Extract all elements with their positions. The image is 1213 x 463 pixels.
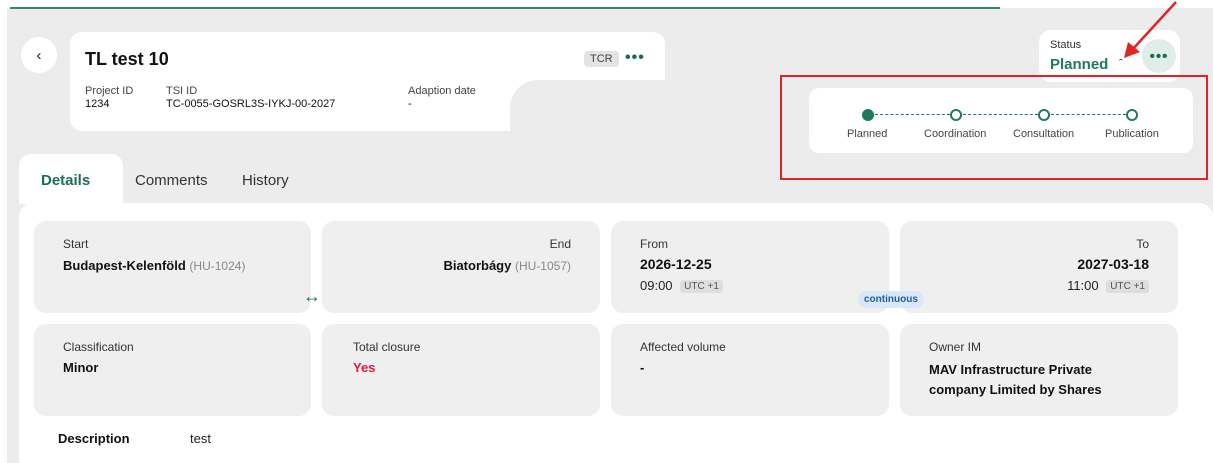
owner-im-label: Owner IM <box>929 340 982 354</box>
more-options-icon[interactable]: ••• <box>625 49 645 67</box>
progress-connector <box>963 114 1038 115</box>
type-badge: TCR <box>584 51 619 67</box>
start-station-name: Budapest-Kelenföld <box>63 258 186 273</box>
classification-value: Minor <box>63 360 99 375</box>
start-card: Start Budapest-Kelenföld (HU-1024) <box>34 221 311 313</box>
to-date: 2027-03-18 <box>1077 256 1149 272</box>
back-button[interactable]: ‹ <box>21 37 57 73</box>
status-value: Planned <box>1050 56 1109 73</box>
adaption-date-value: - <box>408 98 412 110</box>
step-consultation-dot <box>1038 109 1050 121</box>
from-date: 2026-12-25 <box>640 256 712 272</box>
status-label: Status <box>1050 39 1082 51</box>
tsi-id-value: TC-0055-GOSRL3S-IYKJ-00-2027 <box>166 98 336 110</box>
annotation-arrow-icon <box>1124 1 1177 58</box>
step-publication-label: Publication <box>1105 128 1159 140</box>
tab-comments[interactable]: Comments <box>135 172 208 189</box>
step-planned-label: Planned <box>847 128 888 140</box>
tsi-id-block: TSI ID TC-0055-GOSRL3S-IYKJ-00-2027 <box>166 85 335 110</box>
top-divider <box>10 7 1000 9</box>
swap-arrows-icon: ↔ <box>303 286 321 306</box>
from-time-block: 09:00 UTC +1 <box>640 278 723 293</box>
tsi-id-label: TSI ID <box>166 85 198 97</box>
to-time: 11:00 <box>1067 278 1099 293</box>
end-value: Biatorbágy (HU-1057) <box>443 258 571 273</box>
from-label: From <box>640 237 668 251</box>
owner-im-card: Owner IM MAV Infrastructure Private comp… <box>900 324 1178 416</box>
chevron-left-icon: ‹ <box>36 46 42 64</box>
tab-details[interactable]: Details <box>41 172 90 189</box>
description-label: Description <box>58 431 130 446</box>
start-value: Budapest-Kelenföld (HU-1024) <box>63 258 245 273</box>
step-coordination-dot <box>950 109 962 121</box>
affected-volume-value: - <box>640 360 645 375</box>
project-id-block: Project ID 1234 <box>85 85 133 110</box>
project-id-value: 1234 <box>85 98 110 110</box>
total-closure-value: Yes <box>353 360 376 375</box>
from-card: From 2026-12-25 09:00 UTC +1 <box>611 221 889 313</box>
status-progress-popover: Planned Coordination Consultation Public… <box>809 88 1193 153</box>
step-coordination-label: Coordination <box>924 128 987 140</box>
adaption-date-label: Adaption date <box>408 85 476 97</box>
description-value: test <box>190 431 211 446</box>
step-consultation-label: Consultation <box>1013 128 1075 140</box>
classification-label: Classification <box>63 340 134 354</box>
to-card: To 2027-03-18 11:00 UTC +1 <box>900 221 1178 313</box>
to-label: To <box>1136 237 1149 251</box>
end-station-code: (HU-1057) <box>514 259 571 273</box>
progress-connector <box>875 114 950 115</box>
end-label: End <box>549 237 571 251</box>
project-id-label: Project ID <box>85 85 134 97</box>
adaption-date-block: Adaption date - <box>408 85 476 110</box>
start-station-code: (HU-1024) <box>189 259 246 273</box>
affected-volume-label: Affected volume <box>640 340 726 354</box>
affected-volume-card: Affected volume - <box>611 324 889 416</box>
total-closure-card: Total closure Yes <box>322 324 600 416</box>
tab-history[interactable]: History <box>242 172 289 189</box>
owner-im-value: MAV Infrastructure Private company Limit… <box>929 362 1102 397</box>
from-time: 09:00 <box>640 278 673 293</box>
page-title: TL test 10 <box>85 49 169 69</box>
to-time-block: 11:00 UTC +1 <box>1067 278 1149 293</box>
header-card: TL test 10 TCR ••• Project ID 1234 TSI I… <box>70 32 665 131</box>
to-timezone-badge: UTC +1 <box>1106 280 1149 293</box>
classification-card: Classification Minor <box>34 324 311 416</box>
from-timezone-badge: UTC +1 <box>680 280 723 293</box>
total-closure-label: Total closure <box>353 340 421 354</box>
continuous-badge: continuous <box>858 291 924 308</box>
progress-connector <box>1051 114 1126 115</box>
step-planned-dot <box>862 109 874 121</box>
end-station-name: Biatorbágy <box>443 258 512 273</box>
step-publication-dot <box>1126 109 1138 121</box>
start-label: Start <box>63 237 89 251</box>
end-card: End Biatorbágy (HU-1057) <box>322 221 600 313</box>
